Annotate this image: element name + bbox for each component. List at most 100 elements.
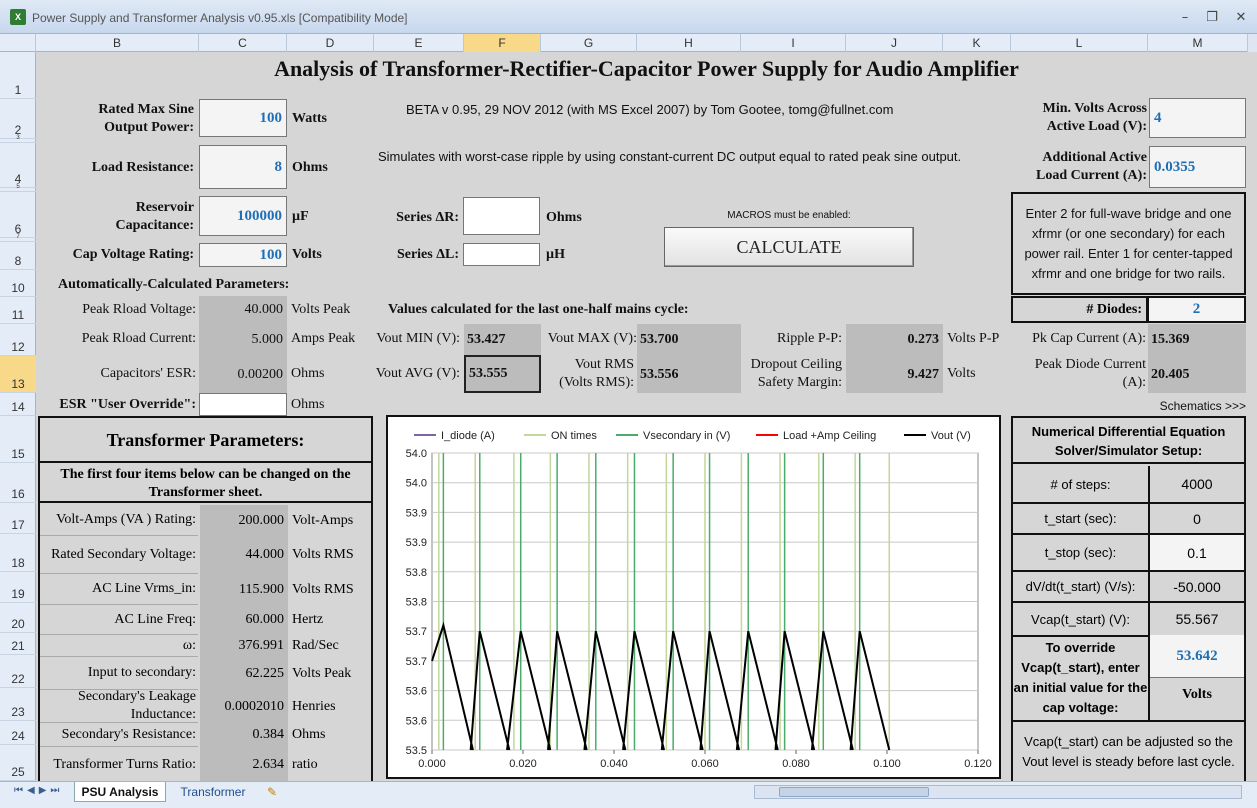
additional-current-input[interactable]: 0.0355 bbox=[1149, 146, 1246, 188]
column-header[interactable]: K bbox=[943, 34, 1011, 52]
solver-row: Vcap(t_start) (V): 55.567 bbox=[1013, 603, 1244, 637]
row-header[interactable]: 25 bbox=[0, 745, 36, 781]
row-header[interactable]: 20 bbox=[0, 603, 36, 633]
new-sheet-icon[interactable]: ✎ bbox=[260, 782, 284, 802]
solver-row-value: -50.000 bbox=[1173, 578, 1221, 595]
row-header[interactable]: 17 bbox=[0, 503, 36, 534]
reservoir-unit: µF bbox=[292, 209, 309, 224]
row-header[interactable]: 15 bbox=[0, 416, 36, 463]
solver-row-label: dV/dt(t_start) (V/s): bbox=[1013, 572, 1150, 601]
column-header[interactable]: M bbox=[1148, 34, 1248, 52]
column-header-selected[interactable]: F bbox=[464, 34, 541, 52]
rated-power-input[interactable]: 100 bbox=[199, 99, 287, 137]
row-header[interactable]: 10 bbox=[0, 270, 36, 297]
vout-rms-value: 53.556 bbox=[637, 356, 741, 393]
row-header[interactable]: 24 bbox=[0, 721, 36, 745]
transformer-row: ω: 376.991 Rad/Sec bbox=[40, 635, 371, 657]
transformer-row-label: Volt-Amps (VA ) Rating: bbox=[40, 505, 198, 536]
row-header[interactable]: 12 bbox=[0, 324, 36, 356]
row-header[interactable]: 1 bbox=[0, 52, 36, 99]
solver-row: t_stop (sec): 0.1 bbox=[1013, 535, 1244, 572]
override-input[interactable]: 53.642 bbox=[1150, 635, 1244, 678]
transformer-row-unit: Volts RMS bbox=[292, 581, 354, 597]
solver-title: Numerical Differential Equation Solver/S… bbox=[1013, 418, 1244, 464]
y-tick-label: 53.8 bbox=[406, 567, 427, 579]
rated-power-unit: Watts bbox=[292, 111, 327, 126]
calculate-button[interactable]: CALCULATE bbox=[664, 227, 914, 267]
vout-min-value: 53.427 bbox=[464, 324, 541, 356]
transformer-row-label: Transformer Turns Ratio: bbox=[40, 747, 198, 783]
row-header[interactable]: 14 bbox=[0, 393, 36, 416]
schematics-link[interactable]: Schematics >>> bbox=[1136, 399, 1246, 413]
tab-scroll-arrows-icon[interactable]: ⏮◀▶⏭ bbox=[14, 785, 63, 796]
min-volts-input[interactable]: 4 bbox=[1149, 98, 1246, 138]
esr-override-input[interactable] bbox=[199, 393, 287, 416]
solver-row-label: t_start (sec): bbox=[1013, 504, 1150, 533]
load-resistance-label: Load Resistance: bbox=[91, 160, 194, 175]
column-header[interactable]: D bbox=[287, 34, 374, 52]
load-resistance-input[interactable]: 8 bbox=[199, 145, 287, 189]
solver-row-label: Vcap(t_start) (V): bbox=[1013, 603, 1150, 635]
restore-icon[interactable]: ❐ bbox=[1201, 10, 1223, 26]
transformer-row-label: Input to secondary: bbox=[40, 657, 198, 690]
solver-row-label: # of steps: bbox=[1013, 466, 1150, 502]
scrollbar-thumb[interactable] bbox=[779, 787, 929, 797]
column-header[interactable]: G bbox=[541, 34, 637, 52]
row-header-selected[interactable]: 13 bbox=[0, 356, 36, 393]
row-header[interactable]: 18 bbox=[0, 534, 36, 572]
tab-transformer[interactable]: Transformer bbox=[168, 782, 258, 802]
additional-current-label: Additional Active Load Current (A): bbox=[1036, 150, 1147, 183]
minimize-icon[interactable]: – bbox=[1174, 10, 1196, 26]
vout-max-label: Vout MAX (V): bbox=[547, 331, 637, 346]
row-header[interactable]: 6 bbox=[0, 192, 36, 238]
transformer-row-unit: Hertz bbox=[292, 612, 324, 627]
dropout-label: Dropout Ceiling Safety Margin: bbox=[750, 357, 842, 390]
row-header[interactable]: 22 bbox=[0, 655, 36, 688]
tab-psu-analysis[interactable]: PSU Analysis bbox=[74, 782, 166, 802]
vout-avg-value[interactable]: 53.555 bbox=[464, 355, 541, 393]
series-r-label: Series ΔR: bbox=[396, 210, 459, 225]
excel-icon[interactable]: X bbox=[10, 9, 26, 25]
column-header[interactable]: C bbox=[199, 34, 287, 52]
column-header[interactable]: H bbox=[637, 34, 741, 52]
cap-voltage-input[interactable]: 100 bbox=[199, 243, 287, 267]
t-stop-input[interactable]: 0.1 bbox=[1150, 535, 1244, 570]
diodes-label: # Diodes: bbox=[1011, 296, 1148, 323]
scrollbar-up-arrow[interactable] bbox=[1248, 34, 1257, 52]
close-icon[interactable]: ✕ bbox=[1230, 10, 1252, 26]
transformer-title: Transformer Parameters: bbox=[40, 418, 371, 463]
row-header[interactable]: 2 bbox=[0, 99, 36, 139]
sheet-title: Analysis of Transformer-Rectifier-Capaci… bbox=[274, 56, 1019, 81]
values-header: Values calculated for the last one-half … bbox=[388, 302, 689, 317]
peak-diode-label: Peak Diode Current (A): bbox=[1034, 357, 1146, 390]
peak-rload-v-label: Peak Rload Voltage: bbox=[82, 302, 196, 317]
y-tick-label: 53.6 bbox=[406, 686, 427, 698]
ripple-value: 0.273 bbox=[846, 324, 943, 356]
series-r-input[interactable] bbox=[463, 197, 540, 235]
row-header[interactable]: 19 bbox=[0, 572, 36, 603]
row-header[interactable]: 21 bbox=[0, 633, 36, 655]
diodes-input[interactable]: 2 bbox=[1147, 296, 1246, 323]
transformer-row: Transformer Turns Ratio: 2.634 ratio bbox=[40, 747, 371, 783]
select-all-corner[interactable] bbox=[0, 34, 36, 52]
transformer-row-unit: ratio bbox=[292, 757, 318, 772]
row-header[interactable]: 11 bbox=[0, 297, 36, 324]
reservoir-input[interactable]: 100000 bbox=[199, 196, 287, 236]
column-header[interactable]: L bbox=[1011, 34, 1148, 52]
vout-avg-label: Vout AVG (V): bbox=[375, 366, 460, 381]
column-header[interactable]: I bbox=[741, 34, 846, 52]
legend-label: Vsecondary in (V) bbox=[643, 430, 730, 442]
row-header[interactable]: 16 bbox=[0, 463, 36, 503]
column-header[interactable]: J bbox=[846, 34, 943, 52]
column-header[interactable]: E bbox=[374, 34, 464, 52]
series-l-input[interactable] bbox=[463, 243, 540, 266]
horizontal-scrollbar[interactable] bbox=[754, 785, 1242, 799]
x-tick-label: 0.100 bbox=[873, 758, 901, 770]
vout-rms-label: Vout RMS (Volts RMS): bbox=[559, 357, 634, 390]
row-header[interactable]: 8 bbox=[0, 242, 36, 270]
solver-row-value: 55.567 bbox=[1175, 611, 1219, 627]
transformer-row-label: Secondary's Leakage Inductance: bbox=[40, 689, 198, 723]
row-header[interactable]: 23 bbox=[0, 688, 36, 721]
row-header[interactable]: 4 bbox=[0, 143, 36, 188]
column-header[interactable]: B bbox=[36, 34, 199, 52]
